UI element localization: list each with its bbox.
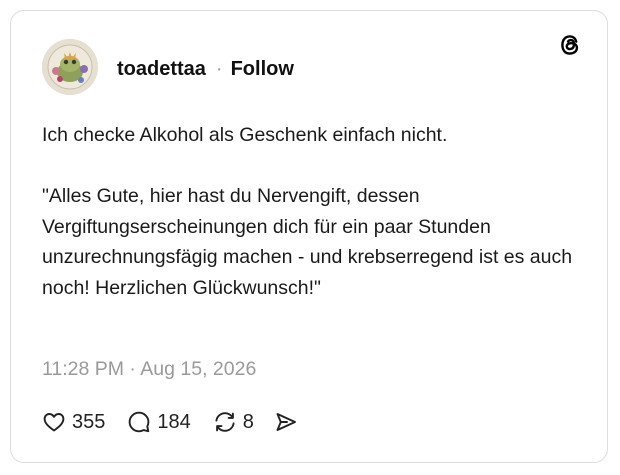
reply-count: 184 (157, 410, 191, 433)
threads-logo-icon[interactable] (557, 32, 583, 58)
post-timestamp[interactable]: 11:28 PM · Aug 15, 2026 (42, 358, 256, 381)
heart-icon (43, 413, 65, 432)
repost-button[interactable]: 8 (213, 410, 254, 434)
repost-icon (215, 412, 235, 432)
speech-bubble-icon (129, 411, 150, 433)
post-header: toadettaa · Follow (117, 55, 294, 83)
avatar[interactable] (42, 39, 98, 95)
avatar-image (42, 39, 98, 95)
repost-count: 8 (242, 410, 254, 433)
username-link[interactable]: toadettaa (117, 58, 206, 81)
post-card: toadettaa · Follow Ich checke Alkohol al… (10, 10, 608, 463)
post-paragraph: Ich checke Alkohol als Geschenk einfach … (42, 124, 448, 146)
reply-button[interactable]: 184 (127, 410, 191, 434)
post-body: Ich checke Alkohol als Geschenk einfach … (42, 120, 582, 303)
follow-button[interactable]: Follow (231, 58, 294, 81)
like-count: 355 (72, 410, 106, 433)
action-bar: 355 184 8 (42, 407, 298, 437)
share-button[interactable] (274, 410, 298, 434)
post-paragraph: "Alles Gute, hier hast du Nervengift, de… (42, 185, 573, 299)
like-button[interactable]: 355 (42, 410, 105, 434)
send-icon (276, 413, 296, 431)
header-separator: · (215, 57, 223, 80)
